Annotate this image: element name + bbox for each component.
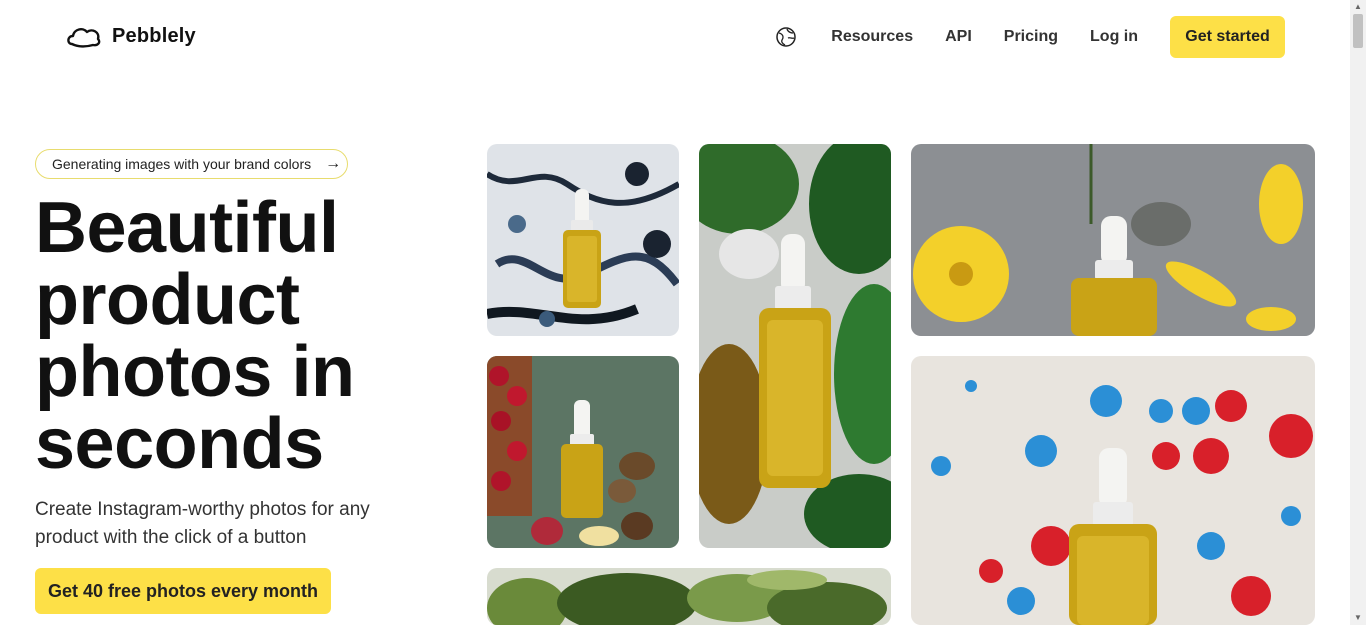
get-started-button[interactable]: Get started: [1170, 16, 1285, 58]
brand[interactable]: Pebblely: [66, 22, 196, 50]
nav-link-pricing[interactable]: Pricing: [1004, 28, 1058, 46]
nav-link-resources[interactable]: Resources: [831, 28, 913, 46]
nav-link-api[interactable]: API: [945, 28, 972, 46]
product-photo: [487, 568, 891, 625]
hero-title: Beautiful product photos in seconds: [35, 188, 355, 484]
gallery-image-marble: [487, 144, 679, 336]
product-photo: [699, 144, 891, 548]
nav-link-login[interactable]: Log in: [1090, 28, 1138, 46]
scroll-up-icon[interactable]: ▲: [1353, 2, 1363, 12]
product-photo: [911, 144, 1315, 336]
gallery-image-flowers: [911, 144, 1315, 336]
gallery-image-leaves: [699, 144, 891, 548]
cloud-pebble-icon: [67, 28, 101, 48]
arrow-right-icon: →: [325, 155, 342, 172]
brand-name: Pebblely: [112, 24, 196, 47]
announcement-text: Generating images with your brand colors: [52, 156, 312, 172]
product-photo: [911, 356, 1315, 625]
page-scrollbar[interactable]: ▲ ▼: [1350, 0, 1366, 625]
top-nav: Resources API Pricing Log in Get started: [775, 16, 1285, 58]
product-photo: [487, 144, 679, 336]
gallery-image-foliage: [487, 568, 891, 625]
announcement-pill[interactable]: Generating images with your brand colors…: [35, 149, 348, 179]
site-header: Pebblely Resources API Pricing Log in Ge…: [0, 0, 1350, 74]
hero-subtitle: Create Instagram-worthy photos for any p…: [35, 499, 370, 548]
scroll-thumb[interactable]: [1353, 14, 1363, 48]
globe-icon[interactable]: [775, 26, 797, 48]
product-photo: [487, 356, 679, 548]
gallery-image-fruits: [487, 356, 679, 548]
free-photos-button[interactable]: Get 40 free photos every month: [35, 568, 331, 614]
gallery-image-paint: [911, 356, 1315, 625]
scroll-down-icon[interactable]: ▼: [1353, 613, 1363, 623]
